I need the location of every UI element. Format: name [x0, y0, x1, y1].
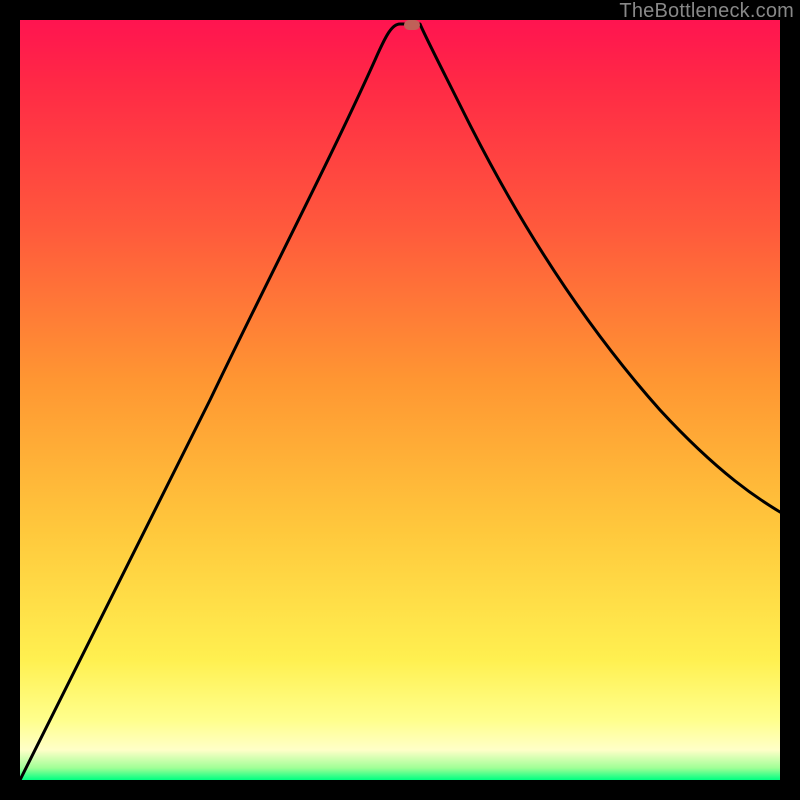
curve-svg: [20, 20, 780, 780]
chart-plot-area: [20, 20, 780, 780]
watermark-text: TheBottleneck.com: [619, 0, 794, 23]
minimum-marker: [404, 20, 420, 30]
chart-frame: TheBottleneck.com: [0, 0, 800, 800]
bottleneck-curve-path: [20, 24, 780, 780]
